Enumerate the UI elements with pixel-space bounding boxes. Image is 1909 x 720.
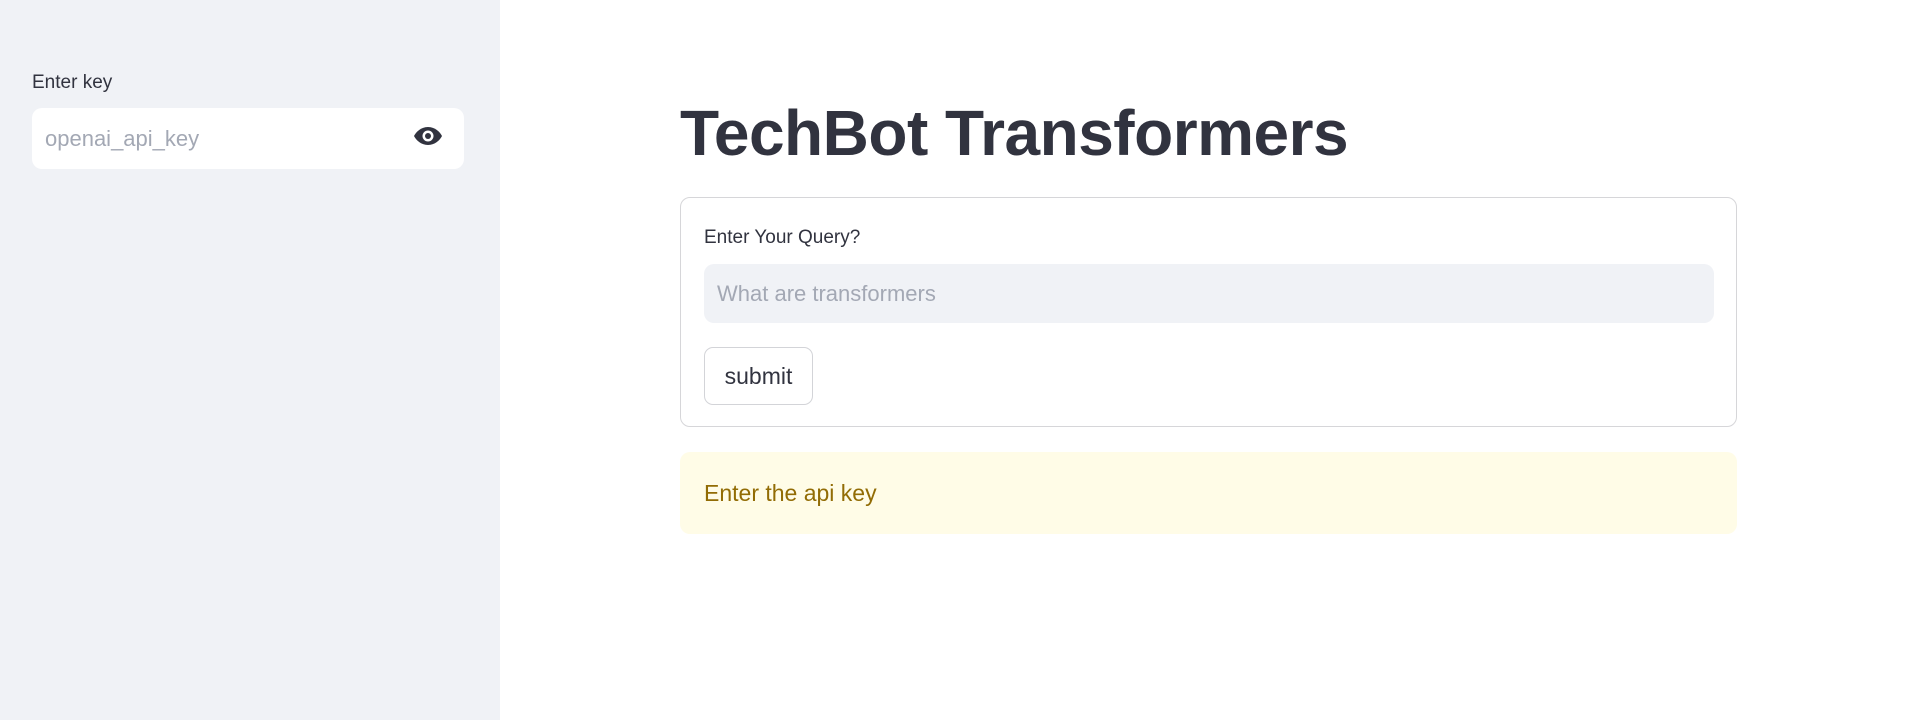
alert-message: Enter the api key — [704, 480, 877, 506]
query-form: Enter Your Query? submit — [680, 197, 1737, 427]
eye-icon — [413, 126, 443, 151]
query-input[interactable] — [704, 264, 1714, 323]
show-password-button[interactable] — [392, 108, 464, 169]
app: Enter key TechBot Transformers Enter You… — [0, 0, 1909, 720]
api-key-label: Enter key — [32, 72, 113, 93]
query-label: Enter Your Query? — [704, 227, 861, 248]
api-key-input[interactable] — [32, 108, 392, 169]
submit-button[interactable]: submit — [704, 347, 813, 405]
warning-alert: Enter the api key — [680, 452, 1737, 534]
page-title: TechBot Transformers — [680, 97, 1349, 169]
api-key-field — [32, 108, 464, 169]
sidebar: Enter key — [0, 0, 500, 720]
